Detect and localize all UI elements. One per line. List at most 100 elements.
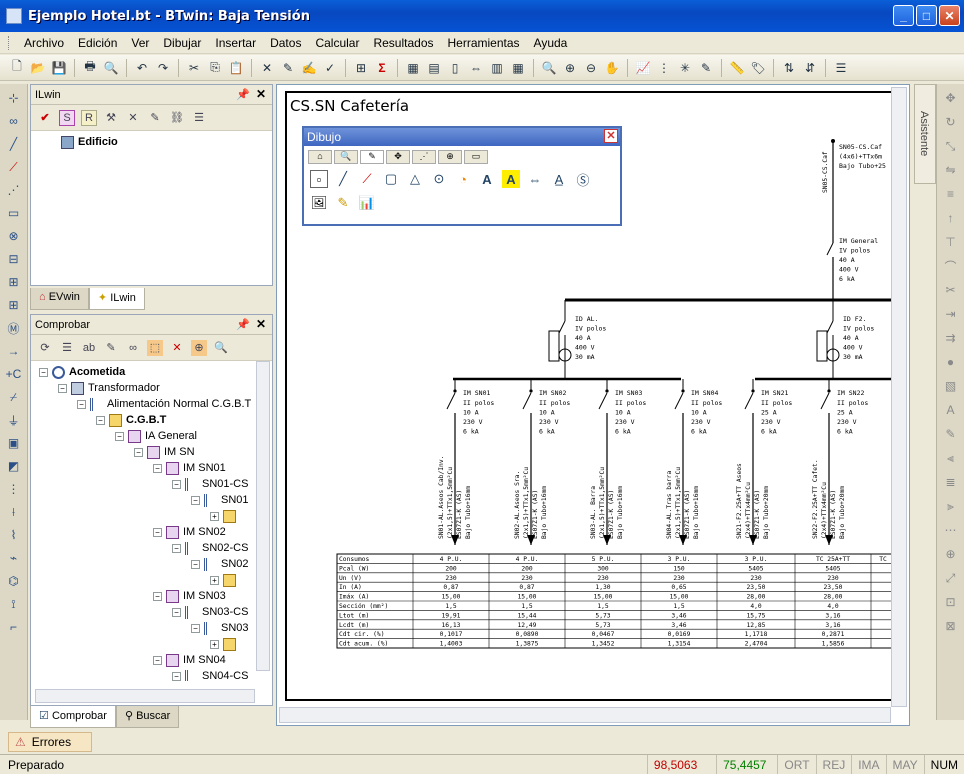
note-icon[interactable]: ✎ <box>697 59 715 77</box>
errores-tab[interactable]: ⚠ Errores <box>8 732 92 752</box>
text-edit-icon[interactable]: A̲ <box>550 170 568 188</box>
delete-icon[interactable]: ✕ <box>258 59 276 77</box>
page-icon[interactable]: ▯ <box>446 59 464 77</box>
tree-item[interactable]: − Alimentación Normal C.G.B.T <box>35 396 268 412</box>
dibujo-tab-7[interactable]: ▭ <box>464 150 488 164</box>
close-icon[interactable]: ✕ <box>256 317 266 331</box>
list-icon[interactable]: ☰ <box>191 110 207 126</box>
edit-icon[interactable]: ✎ <box>279 59 297 77</box>
r-icon[interactable]: R <box>81 109 97 126</box>
rotate-icon[interactable]: ↻ <box>943 114 959 130</box>
tab-comprobar[interactable]: ☑ Comprobar <box>30 706 116 728</box>
dash-line-icon[interactable]: ⋰ <box>6 182 22 198</box>
table-icon[interactable]: ▦ <box>509 59 527 77</box>
list-icon[interactable]: ☰ <box>59 340 75 356</box>
expand-toggle[interactable]: − <box>134 447 143 457</box>
pan-hand-icon[interactable]: ✋ <box>603 59 621 77</box>
ungroup-icon[interactable]: ⊠ <box>943 618 959 634</box>
expand-toggle[interactable]: − <box>77 399 86 409</box>
target-icon[interactable]: ⊕ <box>191 339 207 356</box>
cut-icon[interactable]: ✂ <box>185 59 203 77</box>
tree-item[interactable]: − IM SN04 <box>35 652 268 668</box>
new-file-icon[interactable]: 🗋 <box>8 59 26 77</box>
tree-item[interactable]: − IM SN02 <box>35 524 268 540</box>
find-icon[interactable]: ∞ <box>125 340 141 356</box>
pencil-icon[interactable]: ✎ <box>334 194 352 212</box>
zoom-out-icon[interactable]: ⊖ <box>582 59 600 77</box>
expand-toggle[interactable]: − <box>153 591 162 601</box>
tab-ilwin[interactable]: ✦ ILwin <box>88 288 145 310</box>
layers-icon[interactable]: ☰ <box>832 59 850 77</box>
dimension-icon[interactable]: ⇔ <box>526 170 544 188</box>
expand-toggle[interactable]: + <box>210 575 219 585</box>
tree-item[interactable]: − SN03-CS <box>35 604 268 620</box>
expand-toggle[interactable]: − <box>191 559 200 569</box>
align-left-icon[interactable]: ⫷ <box>943 450 959 466</box>
menu-resultados[interactable]: Resultados <box>366 36 440 50</box>
delete-icon[interactable]: ✕ <box>125 110 141 126</box>
tag-icon[interactable]: 🏷 <box>749 59 767 77</box>
tree-item[interactable]: − Acometida <box>35 364 268 380</box>
arrow-right-icon[interactable]: → <box>6 343 22 359</box>
dibujo-tab-3[interactable]: ✎ <box>360 150 384 164</box>
dibujo-tab-4[interactable]: ✥ <box>386 150 410 164</box>
triangle-icon[interactable]: △ <box>406 170 424 188</box>
align-center-icon[interactable]: ≣ <box>943 474 959 490</box>
select-point-icon[interactable]: ▫ <box>310 170 328 188</box>
fill-icon[interactable]: ● <box>943 354 959 370</box>
minus-box-icon[interactable]: ⊟ <box>6 251 22 267</box>
save-icon[interactable]: 💾 <box>50 59 68 77</box>
grid-box-icon[interactable]: ⊞ <box>6 297 22 313</box>
extend-icon[interactable]: ⇥ <box>943 306 959 322</box>
pin-icon[interactable]: 📌 <box>236 318 250 331</box>
comprobar-vscroll[interactable] <box>256 361 270 671</box>
edit2-icon[interactable]: ✍ <box>300 59 318 77</box>
motor-icon[interactable]: Ⓜ <box>6 320 22 336</box>
mirror-icon[interactable]: ⇋ <box>943 162 959 178</box>
line-icon[interactable]: ╱ <box>6 136 22 152</box>
text-box-icon[interactable]: A <box>502 170 520 188</box>
pin-icon[interactable]: 📌 <box>236 88 250 101</box>
move-icon[interactable]: ✥ <box>943 90 959 106</box>
close-icon[interactable]: ✕ <box>256 87 266 101</box>
expand-toggle[interactable]: − <box>172 543 181 553</box>
distribute-icon[interactable]: ⋯ <box>943 522 959 538</box>
contact-icon[interactable]: ⟊ <box>6 504 22 520</box>
grid-icon[interactable]: ▥ <box>488 59 506 77</box>
sum-icon[interactable]: Σ <box>373 59 391 77</box>
expand-toggle[interactable]: − <box>96 415 105 425</box>
arc-icon[interactable]: ⌒ <box>943 258 959 274</box>
coil-icon[interactable]: ⌇ <box>6 527 22 543</box>
link-icon[interactable]: ⛓ <box>169 110 185 126</box>
tree-item[interactable]: − SN02-CS <box>35 540 268 556</box>
plus-box-icon[interactable]: ⊞ <box>6 274 22 290</box>
terminal-icon[interactable]: ⟟ <box>6 596 22 612</box>
rectangle-icon[interactable]: ▢ <box>382 170 400 188</box>
wire-icon[interactable]: ⌐ <box>6 619 22 635</box>
offset-icon[interactable]: ⇉ <box>943 330 959 346</box>
chart-icon[interactable]: 📈 <box>634 59 652 77</box>
expand-toggle[interactable]: + <box>210 639 219 649</box>
menu-ayuda[interactable]: Ayuda <box>527 36 575 50</box>
undo-icon[interactable]: ↶ <box>133 59 151 77</box>
menu-herramientas[interactable]: Herramientas <box>441 36 527 50</box>
polyline-icon[interactable]: ⟋ <box>358 170 376 188</box>
trim-icon[interactable]: ✂ <box>943 282 959 298</box>
menu-edicion[interactable]: Edición <box>71 36 124 50</box>
print-preview-icon[interactable]: 🔍 <box>102 59 120 77</box>
edit-icon[interactable]: ✎ <box>103 340 119 356</box>
menu-calcular[interactable]: Calcular <box>308 36 366 50</box>
pencil-icon[interactable]: ✎ <box>943 426 959 442</box>
measure-icon[interactable]: 📏 <box>728 59 746 77</box>
center-icon[interactable]: ⊕ <box>943 546 959 562</box>
delete-icon[interactable]: ✕ <box>169 340 185 356</box>
drawing-hscroll[interactable] <box>279 707 891 723</box>
diag-box-icon[interactable]: ◩ <box>6 458 22 474</box>
expand-toggle[interactable]: − <box>153 527 162 537</box>
open-folder-icon[interactable]: 📂 <box>29 59 47 77</box>
expand-toggle[interactable]: − <box>191 623 200 633</box>
maximize-button[interactable]: □ <box>916 5 937 26</box>
tree-item[interactable]: − IA General <box>35 428 268 444</box>
image-icon[interactable]: 🖼 <box>310 194 328 212</box>
tree-item[interactable]: − SN01 <box>35 492 268 508</box>
